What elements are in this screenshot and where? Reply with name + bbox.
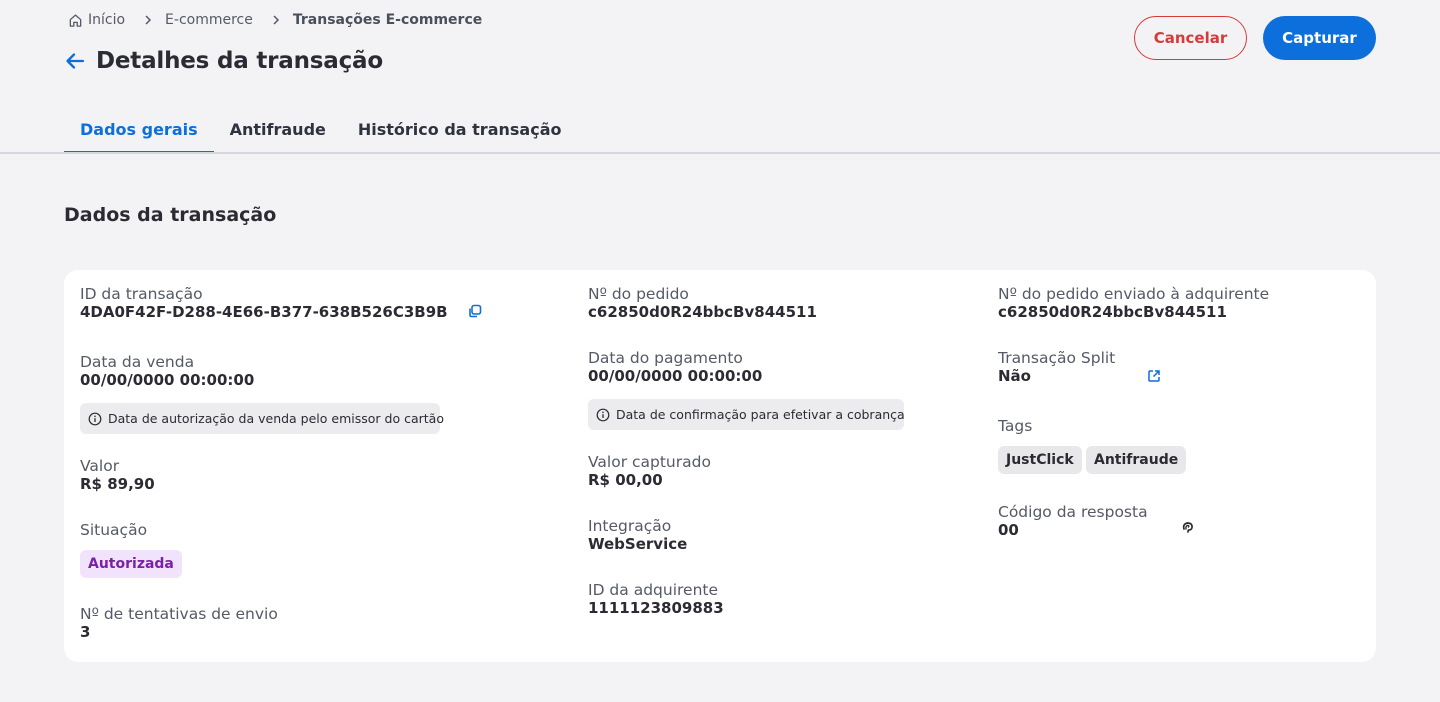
page-header: Detalhes da transação xyxy=(64,46,383,76)
captured-label: Valor capturado xyxy=(588,453,711,471)
cancel-button[interactable]: Cancelar xyxy=(1134,16,1247,60)
split-value: Não xyxy=(998,367,1031,385)
attempts-value: 3 xyxy=(80,623,91,641)
tags-label: Tags xyxy=(998,417,1033,435)
sale-date-label: Data da venda xyxy=(80,353,195,371)
tabs: Dados gerais Antifraude Histórico da tra… xyxy=(64,114,577,154)
payment-date-info: Data de confirmação para efetivar a cobr… xyxy=(588,399,905,430)
external-link-icon[interactable] xyxy=(1146,368,1162,384)
integration-value: WebService xyxy=(588,535,688,553)
chevron-right-icon xyxy=(145,15,152,25)
amount-value: R$ 89,90 xyxy=(80,475,155,493)
tabs-divider xyxy=(0,152,1440,154)
breadcrumb-home-label: Início xyxy=(88,12,126,28)
copy-icon[interactable] xyxy=(467,303,483,319)
response-code-value: 00 xyxy=(998,521,1019,539)
breadcrumb-home[interactable]: Início xyxy=(68,12,125,28)
page-title: Detalhes da transação xyxy=(96,48,383,74)
payment-date-info-text: Data de confirmação para efetivar a cobr… xyxy=(616,407,905,422)
tag-antifraude: Antifraude xyxy=(1086,446,1187,474)
sale-date-info: Data de autorização da venda pelo emisso… xyxy=(80,403,444,434)
sale-date-value: 00/00/0000 00:00:00 xyxy=(80,371,255,389)
amount-label: Valor xyxy=(80,457,120,475)
sale-date-info-text: Data de autorização da venda pelo emisso… xyxy=(108,411,444,426)
info-icon xyxy=(596,408,610,421)
split-label: Transação Split xyxy=(998,349,1116,367)
capture-button[interactable]: Capturar xyxy=(1263,16,1376,60)
tab-dados-gerais[interactable]: Dados gerais xyxy=(64,114,214,154)
status-badge: Autorizada xyxy=(80,550,182,578)
breadcrumb-current[interactable]: Transações E-commerce xyxy=(293,12,482,28)
acquirer-order-label: Nº do pedido enviado à adquirente xyxy=(998,285,1270,303)
section-title: Dados da transação xyxy=(64,204,277,226)
attempts-label: Nº de tentativas de envio xyxy=(80,605,278,623)
breadcrumb-ecommerce[interactable]: E-commerce xyxy=(165,12,253,28)
captured-value: R$ 00,00 xyxy=(588,471,663,489)
arrow-left-icon[interactable] xyxy=(64,50,86,72)
acquirer-order-value: c62850d0R24bbcBv844511 xyxy=(998,303,1227,321)
chevron-right-icon xyxy=(273,15,279,25)
acquirer-id-value: 1111123809883 xyxy=(588,599,724,617)
transaction-id-label: ID da transação xyxy=(80,285,203,303)
home-icon xyxy=(69,14,82,27)
payment-date-label: Data do pagamento xyxy=(588,349,743,367)
order-value: c62850d0R24bbcBv844511 xyxy=(588,303,817,321)
info-icon xyxy=(88,412,102,425)
acquirer-id-label: ID da adquirente xyxy=(588,581,719,599)
order-label: Nº do pedido xyxy=(588,285,689,303)
integration-label: Integração xyxy=(588,517,672,535)
transaction-id-value: 4DA0F42F-D288-4E66-B377-638B526C3B9B xyxy=(80,303,448,321)
tab-historico[interactable]: Histórico da transação xyxy=(342,114,578,154)
tab-antifraude[interactable]: Antifraude xyxy=(214,114,342,154)
breadcrumb: Início E-commerce Transações E-commerce xyxy=(68,11,482,29)
tag-justclick: JustClick xyxy=(998,446,1082,474)
help-icon[interactable] xyxy=(1180,520,1196,536)
status-label: Situação xyxy=(80,521,148,539)
response-code-label: Código da resposta xyxy=(998,503,1148,521)
payment-date-value: 00/00/0000 00:00:00 xyxy=(588,367,763,385)
